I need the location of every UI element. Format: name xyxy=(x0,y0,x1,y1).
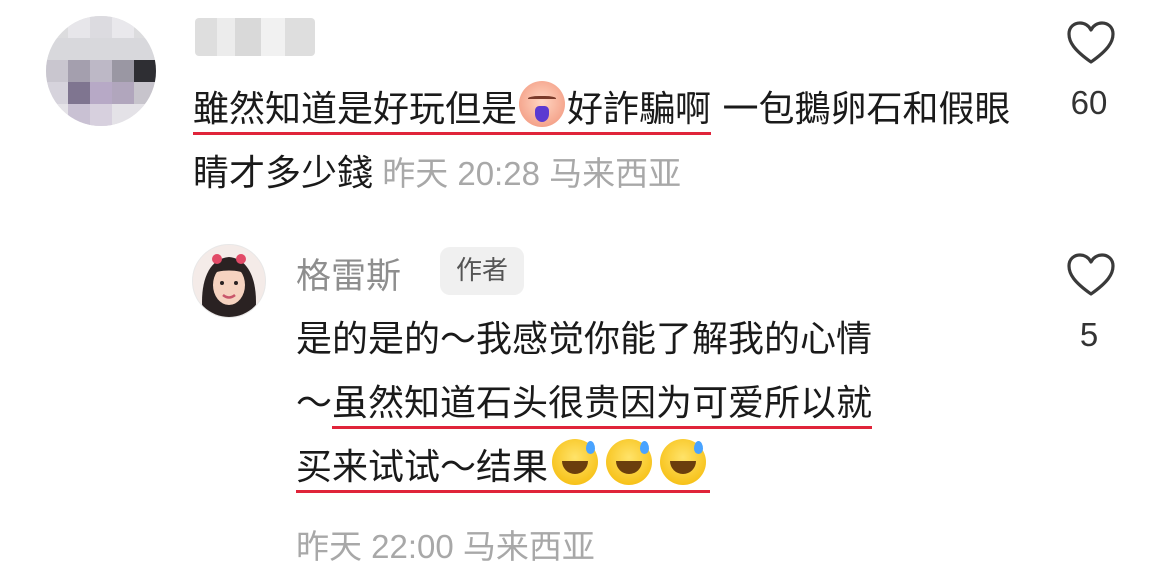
author-badge: 作者 xyxy=(440,247,525,295)
comment-meta: 昨天 20:28 马来西亚 xyxy=(373,155,681,192)
commenter-name-blurred xyxy=(195,18,315,56)
author-avatar[interactable] xyxy=(192,244,266,318)
comment-like[interactable]: 60 xyxy=(1044,20,1138,122)
author-avatar-image xyxy=(193,245,265,317)
reply-highlighted-text: 买来试试～结果 xyxy=(296,439,711,493)
comment-like-count: 60 xyxy=(1070,84,1108,121)
reply-meta: 昨天 22:00 马来西亚 xyxy=(296,520,595,568)
commenter-avatar[interactable] xyxy=(46,16,156,126)
reply-like[interactable]: 5 xyxy=(1044,252,1138,354)
reply-text-line: 是的是的～我感觉你能了解我的心情 xyxy=(296,319,873,360)
grinning-sweat-emoji-icon xyxy=(606,439,653,485)
reply-body: 是的是的～我感觉你能了解我的心情 ～虽然知道石头很贵因为可爱所以就买来试试～结果 xyxy=(296,308,996,500)
reply-text-part: 买来试试～结果 xyxy=(296,447,549,488)
grinning-sweat-emoji-icon xyxy=(552,439,599,485)
comment-text-part: 雖然知道是好玩但是 xyxy=(193,89,518,130)
heart-outline-icon[interactable] xyxy=(1066,20,1116,66)
comment-body: 雖然知道是好玩但是 好詐騙啊 一包鵝卵石和假眼睛才多少錢 昨天 20:28 马来西… xyxy=(193,78,1023,206)
reply-text-part: ～ xyxy=(296,383,333,424)
heart-outline-icon[interactable] xyxy=(1066,252,1116,298)
comment-text-part: 好詐騙啊 xyxy=(567,89,712,130)
reply-location: 马来西亚 xyxy=(462,528,595,565)
reply-time: 昨天 22:00 xyxy=(296,528,454,565)
reply-like-count: 5 xyxy=(1079,316,1099,353)
comment-highlighted-text: 雖然知道是好玩但是 好詐騙啊 xyxy=(193,81,712,135)
grinning-sweat-emoji-icon xyxy=(660,439,707,485)
comment-location: 马来西亚 xyxy=(549,155,682,192)
comment-time: 昨天 20:28 xyxy=(382,155,540,192)
reply-highlighted-text: 虽然知道石头很贵因为可爱所以就 xyxy=(332,383,873,429)
crying-face-emoji-icon xyxy=(519,81,566,127)
reply-author-name[interactable]: 格雷斯 xyxy=(296,248,401,299)
